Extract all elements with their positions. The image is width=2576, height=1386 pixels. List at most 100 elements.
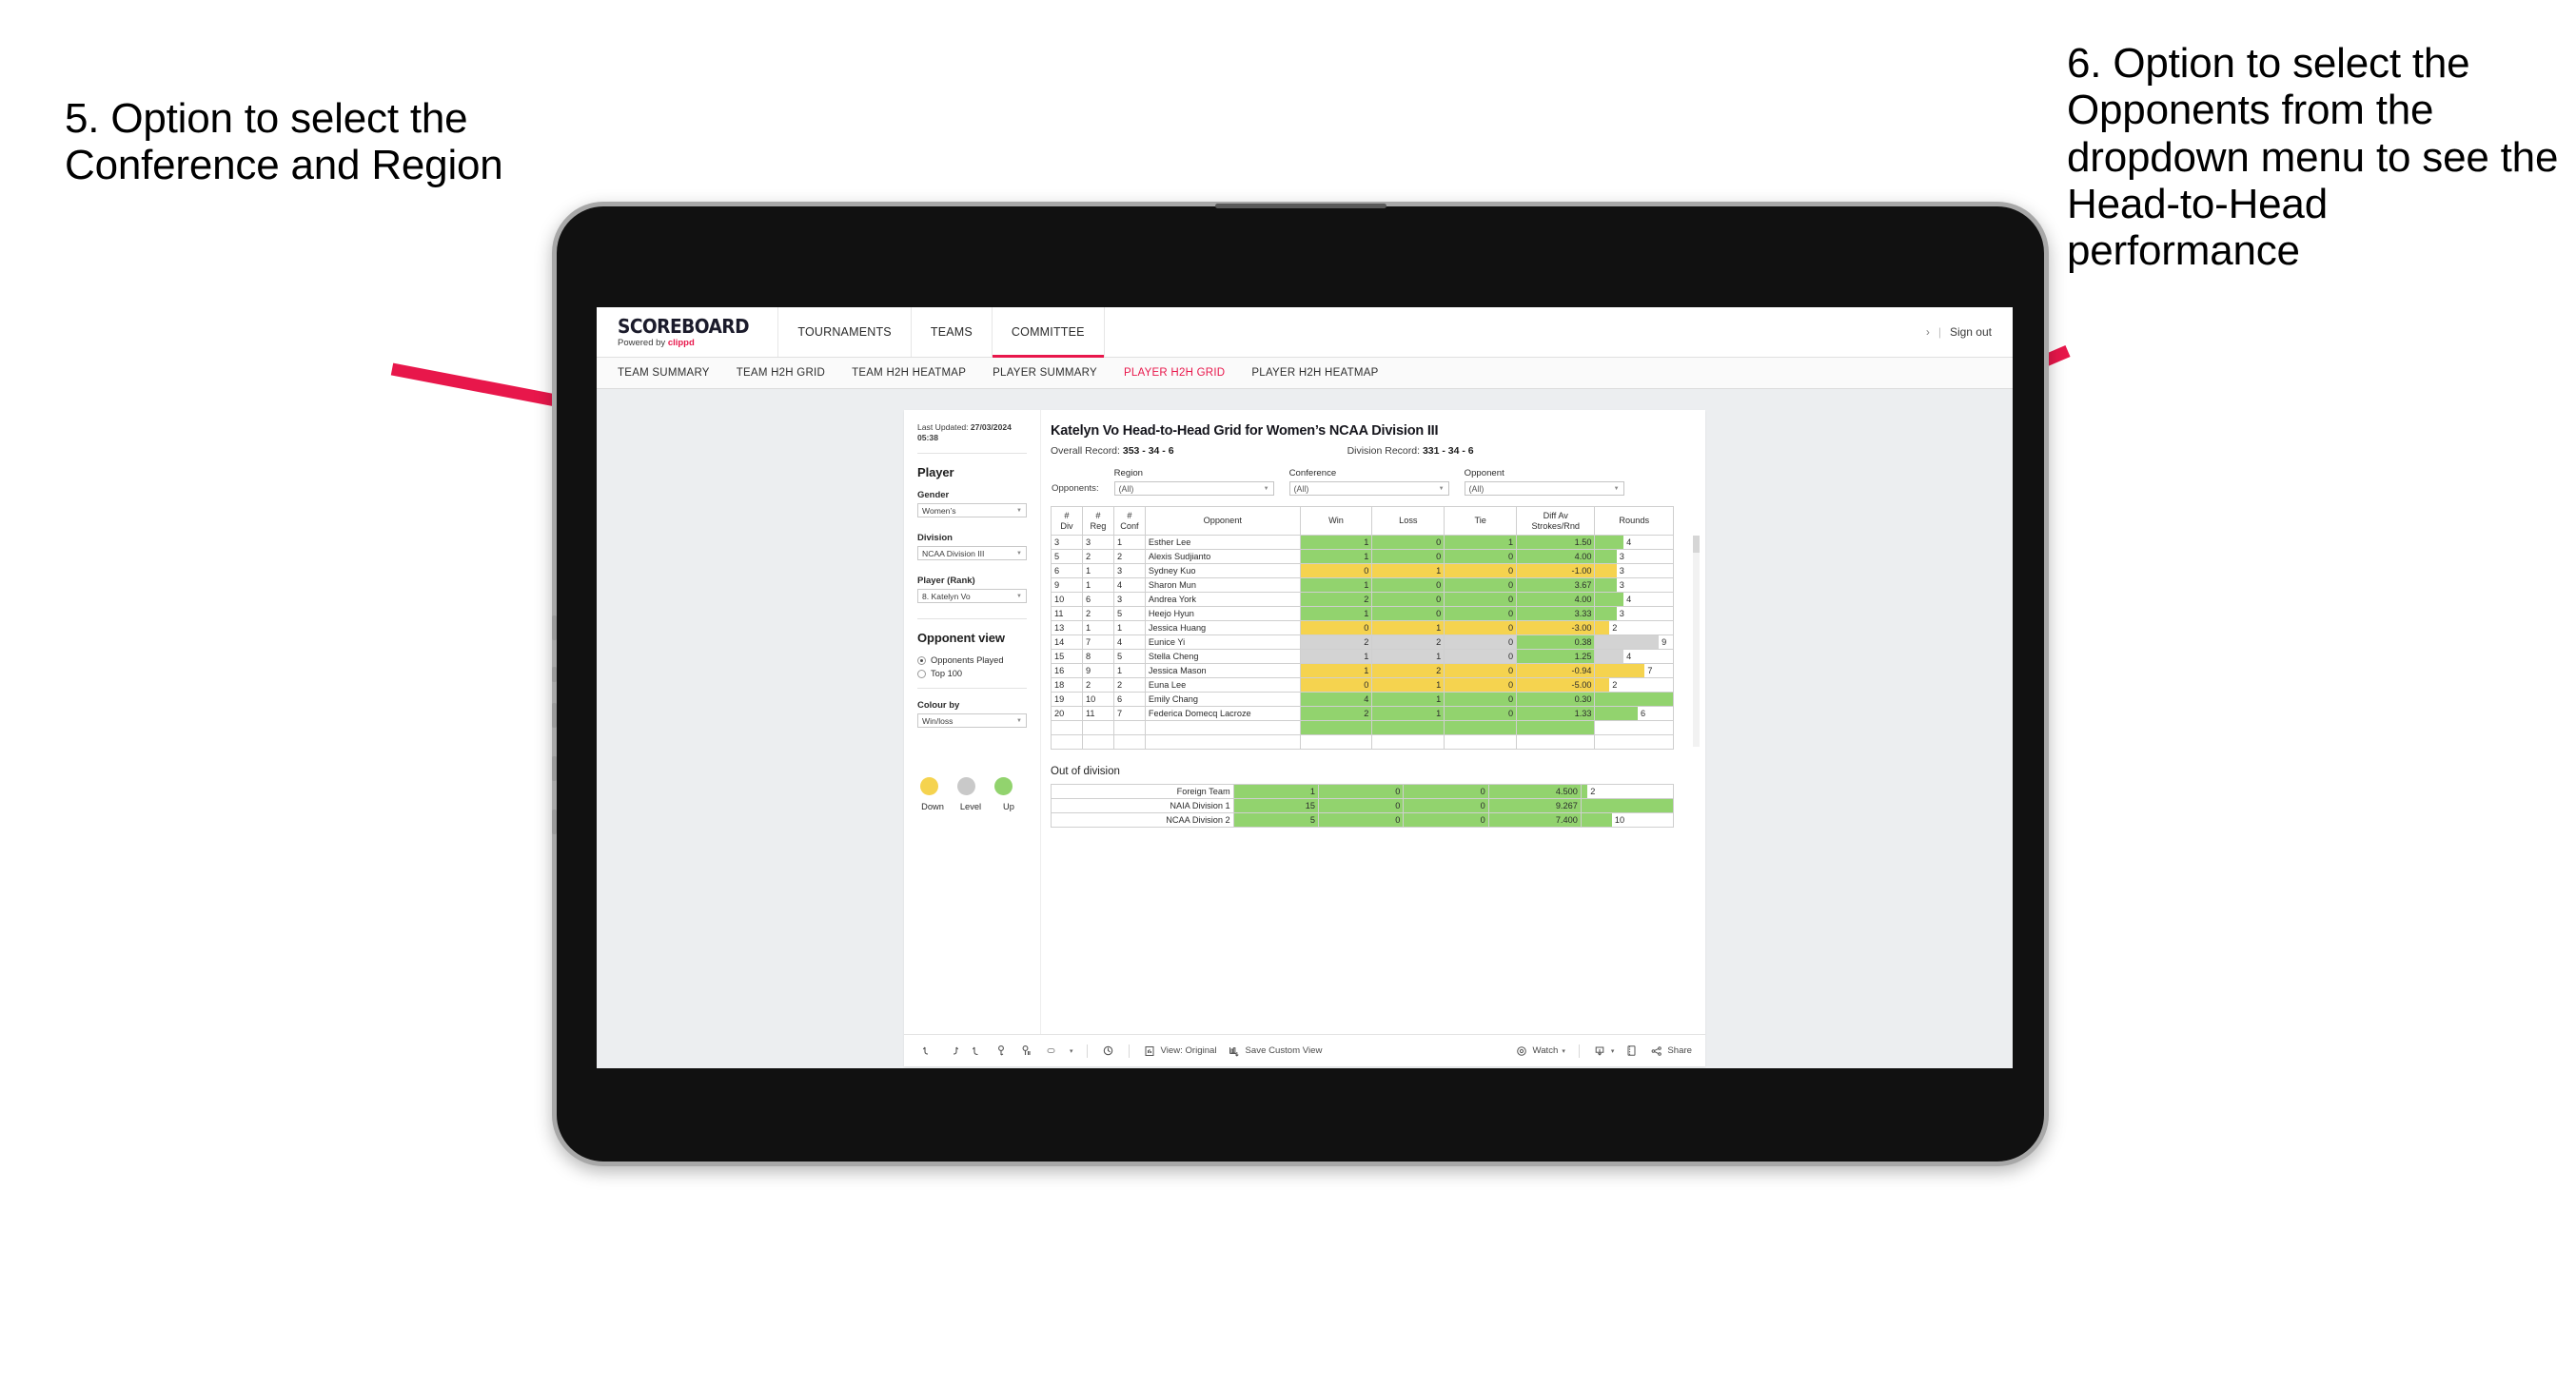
- table-row[interactable]: 6 1 3 Sydney Kuo 0 1 0 -1.00 3: [1051, 563, 1674, 578]
- cell-diff: 7.400: [1487, 812, 1582, 828]
- chevron-down-icon[interactable]: ▾: [1070, 1047, 1073, 1055]
- table-row[interactable]: 18 2 2 Euna Lee 0 1 0 -5.00 2: [1051, 677, 1674, 693]
- table-row[interactable]: 15 8 5 Stella Cheng 1 1 0 1.25 4: [1051, 649, 1674, 664]
- table-row[interactable]: 13 1 1 Jessica Huang 0 1 0 -3.00 2: [1051, 620, 1674, 635]
- filter-region-select[interactable]: (All) ▼: [1113, 481, 1274, 496]
- filter-player-rank-select[interactable]: 8. Katelyn Vo ▼: [917, 589, 1027, 603]
- rounds-bar-fill: [1595, 578, 1617, 592]
- filter-sidebar: Last Updated: 27/03/2024 05:38 Player Ge…: [904, 410, 1041, 1034]
- filter-division-label: Division: [917, 533, 953, 543]
- out-of-division-title: Out of division: [1051, 766, 1120, 777]
- cell-loss: 1: [1371, 563, 1445, 578]
- highlight-icon[interactable]: [1101, 1044, 1115, 1058]
- share-button[interactable]: Share: [1649, 1044, 1692, 1058]
- out-of-division-row[interactable]: NAIA Division 115009.26730: [1051, 798, 1675, 813]
- radio-top-100[interactable]: Top 100: [917, 669, 1027, 678]
- subnav-player-h2h-heatmap[interactable]: PLAYER H2H HEATMAP: [1251, 367, 1378, 379]
- cell-reg: 2: [1081, 677, 1114, 693]
- filter-conference-select[interactable]: (All) ▼: [1288, 481, 1449, 496]
- chevron-down-icon: ▼: [1016, 717, 1022, 724]
- record-summary: Overall Record: 353 - 34 - 6 Division Re…: [1051, 445, 1692, 457]
- table-row[interactable]: 19106Emily Chang4100.3011: [1051, 692, 1674, 707]
- cell-tie: 0: [1444, 706, 1518, 721]
- table-scrollbar[interactable]: [1693, 536, 1700, 747]
- table-row[interactable]: 16 9 1 Jessica Mason 1 2 0 -0.94 7: [1051, 663, 1674, 678]
- last-updated-label: Last Updated:: [917, 422, 971, 432]
- fullscreen-icon[interactable]: [1624, 1044, 1639, 1058]
- cell-diff: 9.267: [1487, 798, 1582, 813]
- table-row[interactable]: 9 1 4 Sharon Mun 1 0 0 3.67 3: [1051, 577, 1674, 593]
- chevron-right-icon[interactable]: ›: [1926, 325, 1930, 339]
- opponents-filter-label: Opponents:: [1052, 483, 1099, 494]
- legend-label-up: Up: [1003, 802, 1014, 811]
- download-icon: [1593, 1044, 1607, 1058]
- table-row[interactable]: 14 7 4 Eunice Yi 2 2 0 0.38 9: [1051, 634, 1674, 650]
- brand-tagline-prefix: Powered by: [618, 337, 668, 348]
- nav-item-tournaments[interactable]: TOURNAMENTS: [778, 307, 912, 357]
- cell-reg: 1: [1081, 577, 1114, 593]
- col-reg: # Reg: [1081, 506, 1114, 536]
- col-loss: Loss: [1371, 506, 1445, 536]
- cell-opponent: Euna Lee: [1144, 677, 1301, 693]
- table-row[interactable]: 20 11 7 Federica Domecq Lacroze 2 1 0 1.33 6: [1051, 706, 1674, 721]
- refresh-icon[interactable]: [995, 1044, 1010, 1058]
- table-row[interactable]: 5 2 2 Alexis Sudjianto 1 0 0 4.00 3: [1051, 549, 1674, 564]
- brand-logo[interactable]: SCOREBOARD Powered by clippd: [597, 307, 779, 357]
- sign-out-link[interactable]: Sign out: [1950, 325, 1992, 339]
- nav-item-teams[interactable]: TEAMS: [912, 307, 993, 357]
- nav-item-committee[interactable]: COMMITTEE: [992, 307, 1105, 358]
- table-row[interactable]: 3 3 1 Esther Lee 1 0 1 1.50 4: [1051, 535, 1674, 550]
- scrollbar-thumb[interactable]: [1693, 536, 1700, 553]
- filter-colour-by-select[interactable]: Win/loss ▼: [917, 713, 1027, 728]
- rounds-bar-cell: 11: [1594, 692, 1674, 707]
- rounds-bar: 11: [1595, 693, 1673, 706]
- subnav-player-h2h-grid[interactable]: PLAYER H2H GRID: [1124, 367, 1225, 379]
- rounds-bar-value: 2: [1612, 623, 1618, 633]
- cell-div: 6: [1051, 563, 1083, 578]
- cell-win: 0: [1299, 677, 1373, 693]
- rounds-bar-value: 2: [1590, 787, 1596, 796]
- download-button[interactable]: ▾: [1593, 1044, 1614, 1058]
- out-of-division-row[interactable]: Foreign Team 1 0 0 4.500 2: [1051, 784, 1675, 799]
- filter-opponent-select[interactable]: (All) ▼: [1464, 481, 1624, 496]
- colour-legend-labels: Down Level Up: [917, 802, 1027, 811]
- cell-opponent: Alexis Sudjianto: [1144, 549, 1301, 564]
- table-row[interactable]: 10 6 3 Andrea York 2 0 0 4.00 4: [1051, 592, 1674, 607]
- cell-empty: [1051, 734, 1083, 750]
- subnav-team-h2h-heatmap[interactable]: TEAM H2H HEATMAP: [852, 367, 966, 379]
- subnav-team-h2h-grid[interactable]: TEAM H2H GRID: [737, 367, 825, 379]
- annotation-left-text: 5. Option to select the Conference and R…: [65, 95, 503, 189]
- pause-refresh-icon[interactable]: [1020, 1044, 1034, 1058]
- undo-icon[interactable]: [921, 1044, 935, 1058]
- col-diff-av-strokes: Diff Av Strokes/Rnd: [1516, 506, 1596, 536]
- cell-conf: 6: [1112, 692, 1146, 707]
- pan-icon[interactable]: [1045, 1044, 1059, 1058]
- view-original-button[interactable]: View: Original: [1143, 1044, 1217, 1058]
- filter-player-rank-label: Player (Rank): [917, 576, 975, 586]
- brand-tagline: Powered by clippd: [618, 339, 758, 348]
- filter-gender-select[interactable]: Women’s ▼: [917, 503, 1027, 517]
- cell-win: 0: [1299, 620, 1373, 635]
- legend-label-down: Down: [921, 802, 944, 811]
- workspace: Last Updated: 27/03/2024 05:38 Player Ge…: [597, 389, 2013, 1068]
- toolbar-divider: [1086, 1044, 1088, 1058]
- rounds-bar: 3: [1595, 607, 1673, 620]
- subnav-player-summary[interactable]: PLAYER SUMMARY: [993, 367, 1097, 379]
- table-row[interactable]: 11 2 5 Heejo Hyun 1 0 0 3.33 3: [1051, 606, 1674, 621]
- out-of-division-row[interactable]: NCAA Division 2 5 0 0 7.400 10: [1051, 812, 1675, 828]
- filter-division-select[interactable]: NCAA Division III ▼: [917, 546, 1027, 560]
- cell-conf: 5: [1112, 649, 1146, 664]
- rounds-bar-value: 4: [1626, 652, 1632, 661]
- cell-reg: 11: [1081, 706, 1114, 721]
- subnav-team-summary[interactable]: TEAM SUMMARY: [618, 367, 710, 379]
- cell-conf: 4: [1112, 634, 1146, 650]
- watch-button[interactable]: Watch ▾: [1515, 1044, 1565, 1058]
- rounds-bar-value: 7: [1647, 666, 1653, 675]
- view-icon: [1143, 1044, 1157, 1058]
- save-custom-view-button[interactable]: Save Custom View: [1228, 1044, 1322, 1058]
- rounds-bar-fill: [1595, 650, 1624, 663]
- redo-icon[interactable]: [946, 1044, 960, 1058]
- rounds-bar-fill: [1595, 593, 1624, 606]
- revert-icon[interactable]: [971, 1044, 985, 1058]
- radio-opponents-played[interactable]: Opponents Played: [917, 655, 1027, 665]
